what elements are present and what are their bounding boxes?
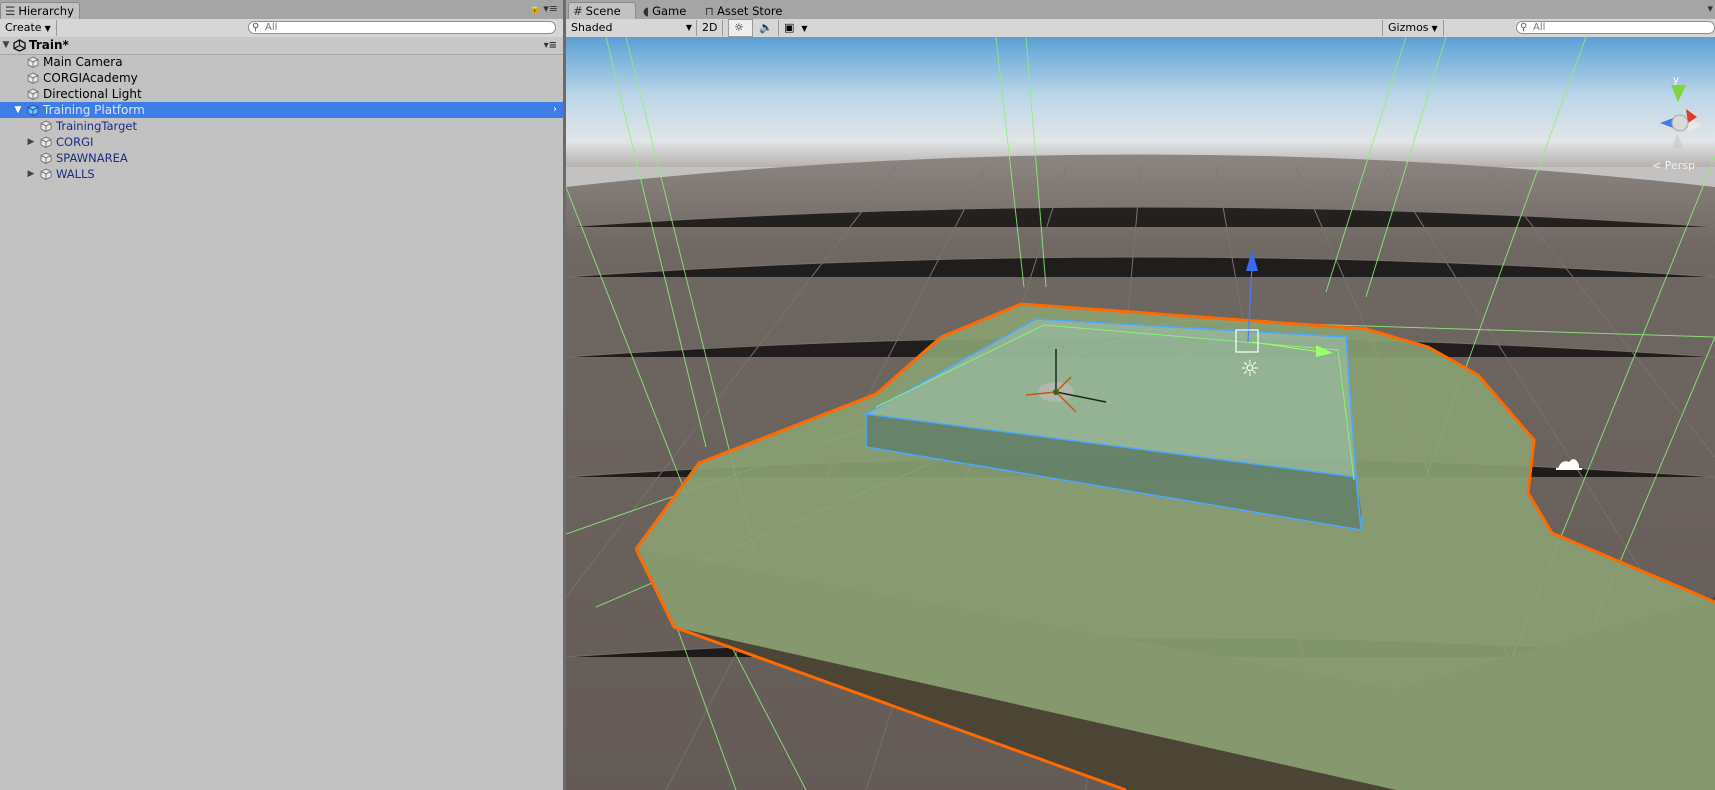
search-icon: ⚲: [252, 22, 260, 33]
gameobject-cube-icon: [40, 168, 52, 180]
gameobject-cube-icon: [40, 136, 52, 148]
hierarchy-item-label: Training Platform: [43, 103, 145, 117]
open-prefab-arrow-icon[interactable]: ›: [553, 102, 557, 118]
hierarchy-search-placeholder: All: [265, 22, 278, 33]
gameobject-cube-icon: [40, 120, 52, 132]
gameobject-cube-icon: [27, 56, 39, 68]
hierarchy-item-label: TrainingTarget: [56, 119, 137, 133]
hierarchy-item-corgi-academy[interactable]: CORGIAcademy: [0, 70, 563, 86]
shopping-bag-icon: ⊓: [705, 4, 714, 18]
toggle-2d-label: 2D: [702, 21, 718, 34]
sun-icon: ☼: [734, 21, 744, 34]
lock-icon[interactable]: 🔒: [529, 3, 541, 14]
tab-game[interactable]: ◖ Game: [638, 2, 700, 19]
shading-mode-dropdown[interactable]: Shaded ▼: [566, 20, 697, 36]
hierarchy-item-corgi[interactable]: ▶ CORGI: [0, 134, 563, 150]
gameobject-cube-icon: [27, 88, 39, 100]
axis-y-label: y: [1673, 75, 1679, 86]
hierarchy-item-training-platform[interactable]: ▼ Training Platform ›: [0, 102, 563, 118]
toggle-2d-button[interactable]: 2D: [697, 20, 724, 36]
cloud-base: [1556, 468, 1582, 470]
gameobject-cube-icon: [27, 72, 39, 84]
search-icon: ⚲: [1520, 22, 1528, 33]
expand-arrow-icon[interactable]: ▼: [1, 37, 11, 54]
expand-arrow-icon[interactable]: ▼: [13, 102, 23, 118]
scene-search-input[interactable]: ⚲ All: [1516, 21, 1715, 34]
panel-menu-icon[interactable]: ▾: [1707, 2, 1713, 15]
tab-scene[interactable]: # Scene: [568, 2, 636, 19]
scene-toolbar: Shaded ▼ 2D ☼ 🔈 ▣ ▼ Gizmos ▼ ⚲ All: [566, 19, 1715, 38]
chevron-down-icon: ▼: [801, 24, 808, 33]
hierarchy-item-directional-light[interactable]: Directional Light: [0, 86, 563, 102]
hierarchy-item-label: SPAWNAREA: [56, 151, 128, 165]
tab-game-label: Game: [652, 4, 687, 18]
unity-logo-icon: [13, 39, 26, 52]
chevron-down-icon: ▼: [1431, 24, 1438, 33]
chevron-down-icon: ▼: [44, 24, 51, 33]
hierarchy-item-label: Main Camera: [43, 55, 123, 69]
hierarchy-item-spawnarea[interactable]: SPAWNAREA: [0, 150, 563, 166]
gizmos-label: Gizmos: [1388, 21, 1429, 34]
hierarchy-toolbar: Create ▼ ⚲ All: [0, 19, 563, 38]
hierarchy-search-input[interactable]: ⚲ All: [248, 21, 556, 34]
hierarchy-item-walls[interactable]: ▶ WALLS: [0, 166, 563, 182]
collapsed-arrow-icon[interactable]: ▶: [26, 134, 36, 150]
speaker-icon: 🔈: [759, 21, 773, 34]
hierarchy-panel: ☰ Hierarchy 🔒 ▾≡ Create ▼ ⚲ All ▼ Train* ▾…: [0, 0, 563, 790]
scene-tab-bar: # Scene ◖ Game ⊓ Asset Store ▾: [566, 0, 1715, 20]
chevron-down-icon: ▼: [685, 23, 692, 32]
create-dropdown[interactable]: Create ▼: [0, 20, 57, 36]
hierarchy-item-main-camera[interactable]: Main Camera: [0, 54, 563, 70]
create-label: Create: [5, 21, 42, 34]
audio-toggle[interactable]: 🔈: [754, 20, 779, 36]
list-icon: ☰: [5, 4, 16, 18]
shading-mode-label: Shaded: [571, 21, 613, 34]
hierarchy-item-label: Directional Light: [43, 87, 142, 101]
gizmos-dropdown[interactable]: Gizmos ▼: [1382, 20, 1444, 36]
grid-icon: #: [573, 4, 583, 18]
image-icon: ▣: [784, 21, 795, 34]
collapsed-arrow-icon[interactable]: ▶: [26, 166, 36, 182]
tab-scene-label: Scene: [585, 4, 621, 18]
scene-search-placeholder: All: [1533, 22, 1546, 33]
scene-name: Train*: [29, 38, 69, 52]
scene-panel: # Scene ◖ Game ⊓ Asset Store ▾ Shaded ▼ 2D …: [566, 0, 1715, 790]
tab-asset-store-label: Asset Store: [716, 4, 783, 18]
effects-dropdown[interactable]: ▣ ▼: [779, 20, 813, 36]
gameobject-cube-icon: [40, 152, 52, 164]
directional-light-icon: ☼: [1240, 357, 1260, 382]
tab-hierarchy-label: Hierarchy: [18, 4, 74, 18]
sky: [566, 37, 1715, 167]
hierarchy-item-label: WALLS: [56, 167, 95, 181]
tab-asset-store[interactable]: ⊓ Asset Store: [700, 2, 796, 19]
scene-render: ☼ y < Persp: [566, 37, 1715, 790]
panel-menu-icon[interactable]: ▾≡: [543, 2, 558, 15]
tab-hierarchy[interactable]: ☰ Hierarchy: [0, 2, 80, 19]
scene-viewport[interactable]: ☼ y < Persp: [566, 37, 1715, 790]
lighting-toggle[interactable]: ☼: [728, 19, 753, 37]
prefab-cube-icon: [27, 104, 39, 116]
hierarchy-item-label: CORGI: [56, 135, 94, 149]
pacman-icon: ◖: [643, 4, 650, 18]
hierarchy-tab-bar: ☰ Hierarchy 🔒 ▾≡: [0, 0, 563, 20]
scene-root-row[interactable]: ▼ Train* ▾≡: [0, 37, 563, 55]
hierarchy-item-label: CORGIAcademy: [43, 71, 138, 85]
scene-menu-icon[interactable]: ▾≡: [544, 37, 557, 54]
persp-label[interactable]: < Persp: [1652, 159, 1695, 172]
hierarchy-item-training-target[interactable]: TrainingTarget: [0, 118, 563, 134]
